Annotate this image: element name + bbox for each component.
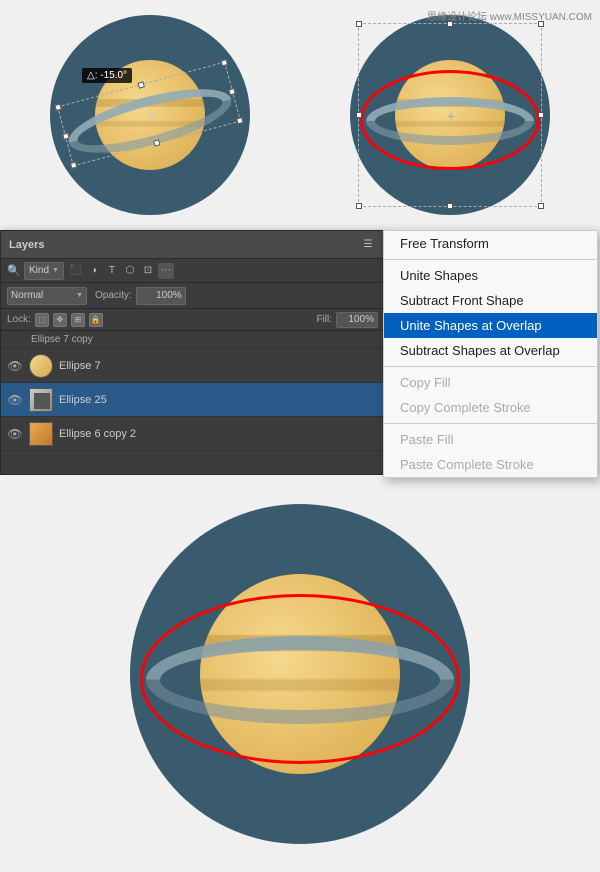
crosshair-left: + [147, 108, 155, 124]
watermark: 思缘设计论坛 www.MISSYUAN.COM [427, 8, 592, 23]
saturn-left-container: + △: -15.0° [0, 0, 300, 230]
saturn-right-container: + [300, 0, 600, 230]
layer-item-ellipse25[interactable]: 👁 Ellipse 25 [1, 383, 384, 417]
menu-sep-2 [384, 366, 597, 367]
kind-arrow: ▼ [52, 267, 59, 274]
handle-br-r [538, 203, 544, 209]
layer-item-ellipse6copy2[interactable]: 👁 Ellipse 6 copy 2 [1, 417, 384, 451]
search-icon: 🔍 [7, 264, 21, 278]
menu-item-copy-fill: Copy Fill [384, 370, 597, 395]
layer-name-1: Ellipse 25 [59, 394, 378, 406]
handle-br [236, 117, 243, 124]
layer-thumb-0 [29, 354, 53, 378]
opacity-label: Opacity: [95, 290, 132, 301]
menu-item-subtract-overlap[interactable]: Subtract Shapes at Overlap [384, 338, 597, 363]
menu-item-paste-fill: Paste Fill [384, 427, 597, 452]
saturn-right-circle: + [350, 15, 550, 215]
eye-icon-2[interactable]: 👁 [7, 426, 23, 442]
clipped-layer-hint: Ellipse 7 copy [1, 331, 384, 349]
handle-bl-r [356, 203, 362, 209]
handle-tr [221, 59, 228, 66]
fill-value[interactable]: 100% [336, 312, 378, 328]
blend-mode-selector[interactable]: Normal ▼ [7, 287, 87, 305]
clipped-label: Ellipse 7 copy [31, 334, 93, 345]
eye-icon-1[interactable]: 👁 [7, 392, 23, 408]
adjust-filter-icon[interactable]: ◑ [86, 263, 102, 279]
handle-tl-r [356, 21, 362, 27]
handle-mr-r [538, 112, 544, 118]
layer-name-2: Ellipse 6 copy 2 [59, 428, 378, 440]
handle-ml-r [356, 112, 362, 118]
layer-thumb-2 [29, 422, 53, 446]
saturn-left-circle: + [50, 15, 250, 215]
context-menu: Free Transform Unite Shapes Subtract Fro… [383, 230, 598, 478]
lock-row: Lock: ⬚ ✥ ⊞ 🔒 Fill: 100% [1, 309, 384, 331]
shape-filter-icon[interactable]: ⬡ [122, 263, 138, 279]
angle-indicator: △: -15.0° [82, 68, 132, 83]
menu-item-subtract-front[interactable]: Subtract Front Shape [384, 288, 597, 313]
lock-artboard-icon[interactable]: ⊞ [71, 313, 85, 327]
layers-title-bar: Layers ☰ [1, 231, 384, 259]
top-section: + △: -15.0° [0, 0, 600, 230]
kind-label: Kind [29, 265, 49, 276]
fill-label: Fill: [316, 314, 332, 325]
pixel-filter-icon[interactable]: ⬛ [68, 263, 84, 279]
lock-label: Lock: [7, 314, 31, 325]
layers-search-row: 🔍 Kind ▼ ⬛ ◑ T ⬡ ⊡ ⋯ [1, 259, 384, 283]
lock-position-icon[interactable]: ✥ [53, 313, 67, 327]
opacity-value: 100% [156, 290, 182, 301]
handle-bl [70, 162, 77, 169]
layers-menu-icon[interactable]: ☰ [360, 237, 376, 253]
bottom-section [0, 475, 600, 872]
menu-item-copy-stroke: Copy Complete Stroke [384, 395, 597, 420]
type-filter-icon[interactable]: T [104, 263, 120, 279]
fill-value-text: 100% [348, 314, 374, 325]
menu-item-paste-stroke: Paste Complete Stroke [384, 452, 597, 477]
crosshair-right: + [447, 108, 455, 124]
kind-selector[interactable]: Kind ▼ [24, 262, 64, 280]
layers-title: Layers [9, 239, 44, 251]
handle-tm [138, 81, 145, 88]
handle-tl [54, 104, 61, 111]
extra-filter-icon[interactable]: ⋯ [158, 263, 174, 279]
lock-pixels-icon[interactable]: ⬚ [35, 313, 49, 327]
layers-controls: Normal ▼ Opacity: 100% [1, 283, 384, 309]
smart-filter-icon[interactable]: ⊡ [140, 263, 156, 279]
layer-item-ellipse7[interactable]: 👁 Ellipse 7 [1, 349, 384, 383]
opacity-field[interactable]: 100% [136, 287, 186, 305]
handle-mr [228, 88, 235, 95]
layer-name-0: Ellipse 7 [59, 360, 378, 372]
handle-bm-r [447, 203, 453, 209]
saturn-large-circle [130, 504, 470, 844]
layers-panel: Layers ☰ 🔍 Kind ▼ ⬛ ◑ T ⬡ ⊡ ⋯ Norm [0, 230, 385, 475]
blend-arrow: ▼ [76, 292, 83, 299]
menu-sep-3 [384, 423, 597, 424]
handle-ml [62, 133, 69, 140]
middle-section: Layers ☰ 🔍 Kind ▼ ⬛ ◑ T ⬡ ⊡ ⋯ Norm [0, 230, 600, 475]
menu-item-unite-overlap[interactable]: Unite Shapes at Overlap [384, 313, 597, 338]
blend-mode-label: Normal [11, 290, 43, 301]
eye-icon-0[interactable]: 👁 [7, 358, 23, 374]
menu-item-unite-shapes[interactable]: Unite Shapes [384, 263, 597, 288]
lock-all-icon[interactable]: 🔒 [89, 313, 103, 327]
menu-sep-1 [384, 259, 597, 260]
layer-thumb-1 [29, 388, 53, 412]
menu-item-free-transform[interactable]: Free Transform [384, 231, 597, 256]
